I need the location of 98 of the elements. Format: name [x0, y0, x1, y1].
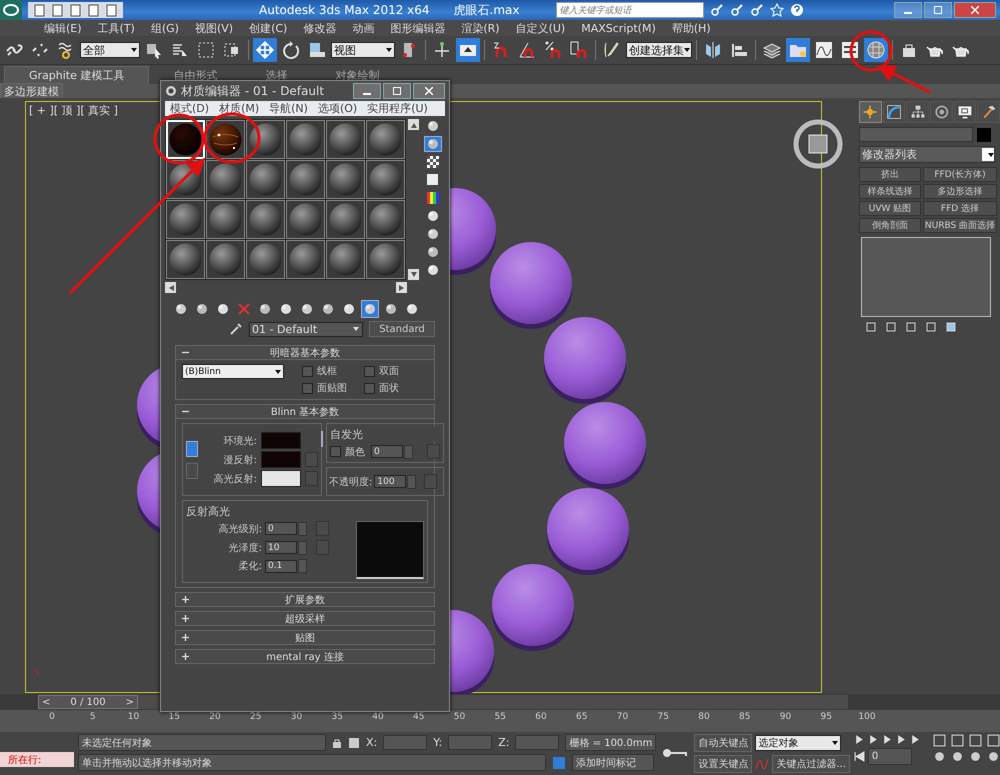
ribbon-tab[interactable]: 选择 [241, 67, 312, 84]
frame-number: 20 [209, 712, 221, 722]
modifier-button[interactable]: 样条线选择 [859, 184, 921, 199]
material-type-button[interactable]: Standard [369, 321, 435, 337]
ribbon-tab[interactable]: Graphite 建模工具 [4, 66, 150, 84]
checkbox[interactable]: 面贴图 [302, 381, 364, 395]
auto-key-button[interactable]: 自动关键点 [694, 734, 752, 752]
set-key-button[interactable]: 设置关键点 [694, 755, 752, 773]
dropdown[interactable]: 视图 [331, 42, 395, 58]
field-label: 高光级别: [218, 522, 262, 536]
menu-item[interactable]: 导航(N) [264, 101, 313, 116]
checkbox[interactable]: 线框 [302, 364, 364, 378]
number-field[interactable]: 0.1 [265, 560, 297, 572]
material-name-field[interactable]: 01 - Default [249, 322, 363, 336]
rollout-header[interactable]: 超级采样 [175, 611, 435, 626]
checkbox[interactable]: 面状 [364, 381, 424, 395]
frame-number: 75 [658, 712, 669, 722]
frame-number: 5 [90, 712, 96, 722]
modifier-button[interactable]: 多边形选择 [923, 184, 997, 199]
self-illumination-field[interactable]: 0 [371, 445, 403, 458]
key-filters-button[interactable]: 关键点过滤器... [772, 755, 850, 773]
frame-number: 85 [739, 712, 750, 722]
frame-number: 60 [535, 712, 547, 722]
frame-number: 30 [290, 712, 302, 722]
modifier-button[interactable]: FFD(长方体) [923, 167, 997, 182]
coordinate-label: Y: [433, 736, 442, 749]
menu-item[interactable]: 创建(C) [241, 20, 296, 36]
frame-number: 40 [372, 712, 384, 722]
modifier-button[interactable]: NURBS 曲面选择 [923, 218, 997, 233]
menu-item[interactable]: 选项(O) [312, 101, 362, 116]
menu-item[interactable]: 模式(D) [165, 101, 214, 116]
search-field[interactable]: 键入关键字或短语 [556, 2, 704, 18]
frame-number: 0 [49, 712, 55, 722]
field-label: 光泽度: [228, 542, 262, 554]
ribbon-tab[interactable]: 自由形式 [149, 67, 242, 84]
color-label: 高光反射: [212, 472, 257, 486]
menu-item[interactable]: 图形编辑器 [382, 20, 454, 36]
menu-item[interactable]: 材质(M) [214, 101, 264, 116]
window-title: Autodesk 3ds Max 2012 x64 [259, 3, 430, 17]
modifier-list-dropdown[interactable]: 修改器列表 [859, 146, 995, 163]
menu-item[interactable]: 修改器 [295, 20, 344, 36]
modifier-button[interactable]: UVW 贴图 [859, 201, 921, 216]
time-slider-thumb[interactable]: < 0 / 100 > [38, 695, 138, 709]
rollout-header[interactable]: 明暗器基本参数 [175, 345, 435, 360]
checkbox[interactable]: 双面 [364, 364, 424, 378]
viewport-label[interactable]: [ + ][ 顶 ][ 真实 ] [29, 103, 118, 118]
menu-item[interactable]: 组(G) [142, 20, 187, 36]
ribbon-tab[interactable]: 对象绘制 [311, 67, 404, 84]
rollout-header[interactable]: 扩展参数 [175, 592, 435, 607]
frame-number: 45 [413, 712, 424, 722]
frame-number: 50 [454, 712, 466, 722]
grid-status: 栅格 = 100.0mm [565, 734, 656, 751]
frame-number: 80 [698, 712, 710, 722]
frame-number: 95 [820, 712, 832, 722]
script-listener[interactable]: 所在行: [0, 752, 74, 767]
menu-item[interactable]: 视图(V) [186, 20, 242, 36]
menu-item[interactable]: 工具(T) [90, 20, 143, 36]
menu-item[interactable]: 实用程序(U) [362, 101, 433, 116]
window-title: 材质编辑器 - 01 - Default [181, 82, 324, 100]
field-label: 柔化: [238, 560, 262, 573]
file-name: 虎眼石.max [454, 2, 520, 18]
dropdown[interactable]: 创建选择集 [626, 42, 692, 58]
rollout-header[interactable]: mental ray 连接 [175, 649, 435, 664]
menu-item[interactable]: 自定义(U) [508, 20, 574, 36]
number-field[interactable]: 10 [265, 541, 297, 554]
menu-item[interactable]: 动画 [344, 20, 382, 36]
frame-number: 90 [780, 712, 792, 722]
frame-number: 15 [168, 712, 180, 722]
frame-number: 35 [332, 712, 343, 722]
color-label: 环境光: [222, 434, 257, 448]
menu-item[interactable]: 帮助(H) [664, 20, 719, 36]
add-time-tag-field[interactable]: 添加时间标记 [572, 754, 654, 771]
rollout-header[interactable]: 贴图 [175, 630, 435, 645]
number-field[interactable]: 0 [265, 522, 297, 535]
coordinate-label: X: [366, 736, 378, 749]
modifier-button[interactable]: 挤出 [859, 167, 921, 182]
modifier-button[interactable]: 倒角剖面 [859, 218, 921, 233]
frame-number: 70 [616, 712, 628, 722]
coordinate-label: Z: [498, 736, 510, 749]
menu-item[interactable]: 编辑(E) [36, 20, 90, 36]
current-frame-field[interactable]: 0 [868, 748, 912, 765]
frame-number: 100 [858, 712, 876, 722]
color-label: 漫反射: [222, 454, 257, 466]
menu-item[interactable]: 渲染(R) [453, 20, 508, 36]
rollout-header[interactable]: Blinn 基本参数 [175, 404, 435, 419]
modifier-button[interactable]: FFD 选择 [923, 201, 997, 216]
key-mode-dropdown[interactable]: 选定对象 [755, 735, 842, 751]
opacity-field[interactable]: 100 [374, 475, 406, 488]
menu-item[interactable]: MAXScript(M) [573, 22, 664, 34]
selection-status: 未选定任何对象 [78, 734, 326, 751]
shader-dropdown[interactable]: (B)Blinn [182, 364, 284, 379]
frame-number: 10 [128, 712, 140, 722]
frame-number: 55 [494, 712, 506, 722]
frame-number: 25 [250, 712, 262, 722]
dropdown[interactable]: 全部 [80, 42, 140, 58]
field-label: 不透明度: [329, 476, 372, 488]
checkbox[interactable]: 颜色 [330, 444, 365, 458]
frame-number: 65 [576, 712, 588, 722]
